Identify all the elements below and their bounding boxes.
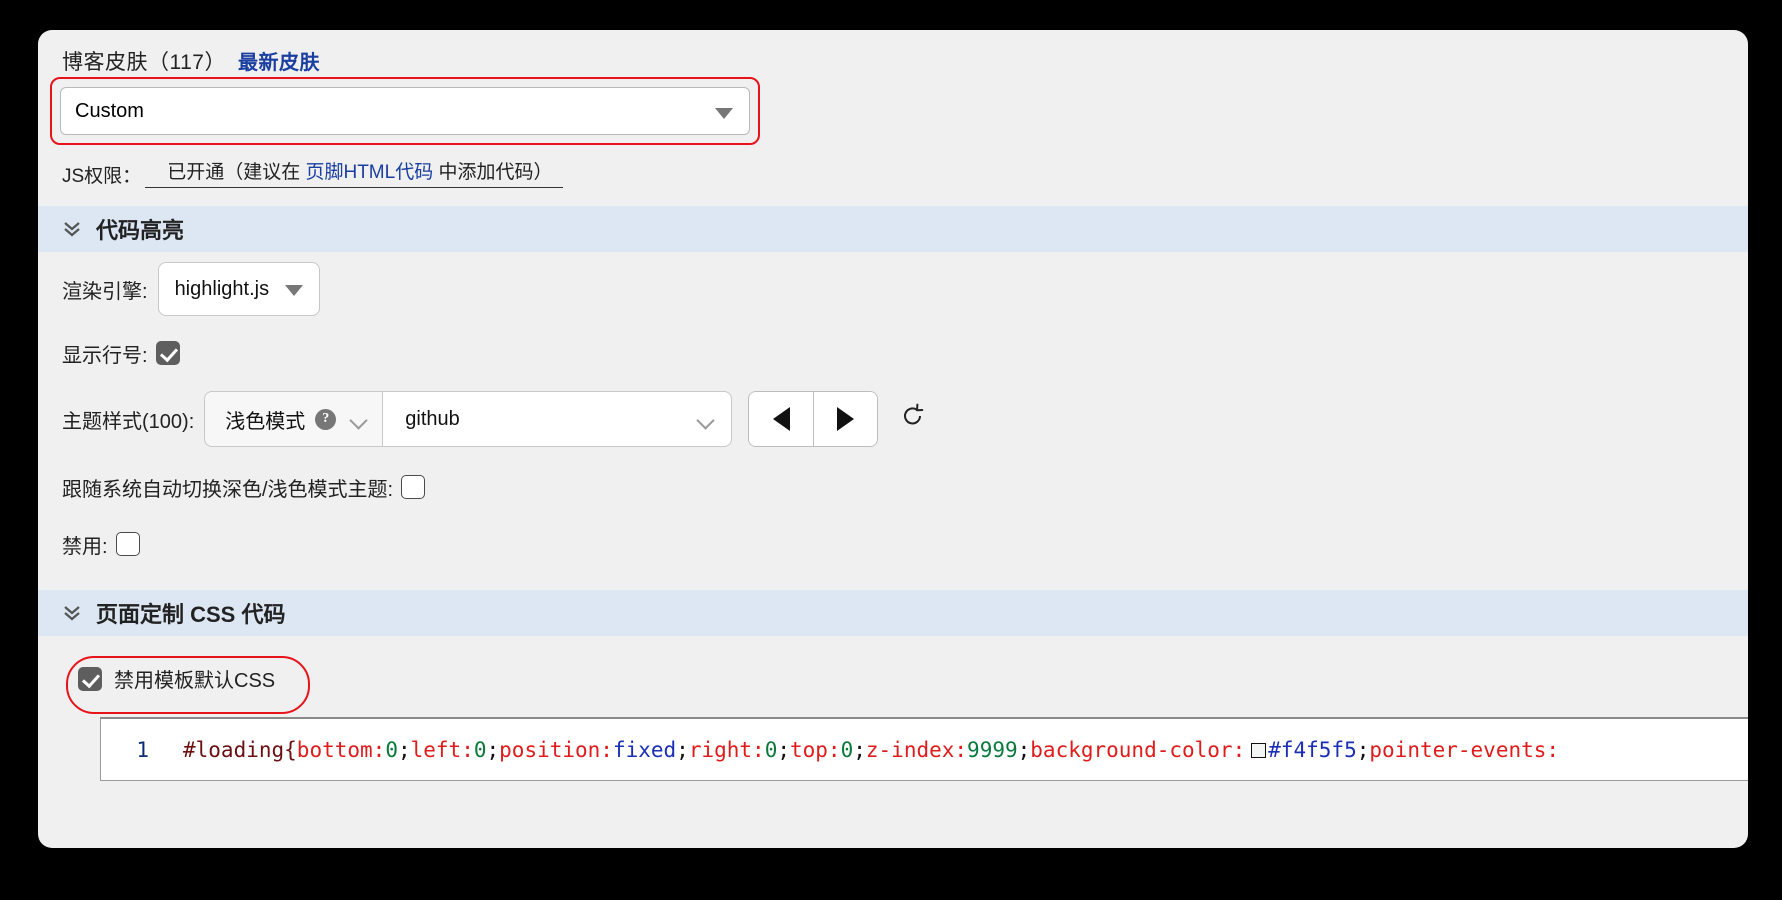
- theme-style-row: 主题样式(100): 浅色模式 ? github: [38, 380, 1748, 458]
- code-token: ;: [1356, 737, 1370, 762]
- render-engine-row: 渲染引擎: highlight.js: [38, 252, 1748, 326]
- code-token: ;: [777, 737, 790, 762]
- code-token: left:: [410, 737, 474, 762]
- theme-name-select[interactable]: github: [382, 391, 733, 447]
- js-permission-label: JS权限：: [62, 166, 142, 187]
- disable-row: 禁用:: [38, 516, 1748, 572]
- skin-select-value: Custom: [75, 99, 144, 122]
- code-token: top:: [790, 737, 841, 762]
- skin-select-container: Custom: [50, 77, 760, 145]
- double-chevron-down-icon: [62, 218, 82, 240]
- editor-code-line[interactable]: #loading{bottom:0;left:0;position:fixed;…: [153, 738, 1559, 762]
- line-number-row: 显示行号:: [38, 326, 1748, 380]
- code-token: right:: [688, 737, 765, 762]
- js-permission-value: 已开通（建议在 页脚HTML代码 中添加代码）: [145, 157, 563, 188]
- css-code-editor[interactable]: 1 #loading{bottom:0;left:0;position:fixe…: [100, 717, 1748, 781]
- code-token: background-color:: [1030, 737, 1246, 762]
- code-token: bottom:: [296, 737, 386, 762]
- code-token: z-index:: [865, 737, 968, 762]
- reset-icon: [904, 403, 924, 425]
- theme-nav-buttons: [748, 391, 879, 447]
- theme-mode-value: 浅色模式: [225, 410, 306, 433]
- render-engine-label: 渲染引擎:: [62, 280, 148, 303]
- code-token: ;: [397, 737, 411, 762]
- code-token: 0: [385, 737, 398, 762]
- code-token: position:: [499, 737, 613, 762]
- section-header-custom-css[interactable]: 页面定制 CSS 代码: [38, 590, 1748, 636]
- blog-skin-header: 博客皮肤（117） 最新皮肤: [38, 30, 1748, 76]
- js-permission-pre: 已开通（建议在: [167, 162, 301, 183]
- auto-switch-label: 跟随系统自动切换深色/浅色模式主题:: [62, 478, 394, 501]
- section-title-custom-css: 页面定制 CSS 代码: [96, 602, 286, 627]
- theme-style-label: 主题样式(100):: [62, 410, 195, 433]
- editor-line-number: 1: [136, 737, 149, 762]
- theme-name-value: github: [405, 407, 460, 430]
- code-token: 0: [473, 737, 487, 762]
- settings-page: 博客皮肤（117） 最新皮肤 Custom JS权限： 已开通（建议在 页脚HT…: [38, 30, 1748, 848]
- code-token: fixed: [612, 737, 677, 762]
- theme-next-button[interactable]: [813, 392, 878, 446]
- code-token: 0: [840, 737, 854, 762]
- disable-default-css-container: 禁用模板默认CSS: [66, 656, 310, 714]
- chevron-down-icon: [697, 414, 715, 425]
- js-permission-row: JS权限： 已开通（建议在 页脚HTML代码 中添加代码）: [62, 157, 1748, 188]
- disable-default-css-label: 禁用模板默认CSS: [114, 670, 276, 692]
- js-permission-post: 中添加代码）: [438, 162, 553, 183]
- disable-default-css-checkbox[interactable]: [78, 666, 102, 691]
- code-token: 9999: [967, 737, 1018, 762]
- arrow-right-icon: [837, 407, 855, 431]
- code-token: ;: [486, 737, 500, 762]
- code-token: pointer-events:: [1369, 737, 1560, 762]
- arrow-left-icon: [772, 407, 790, 431]
- theme-style-group: 浅色模式 ? github: [204, 391, 733, 447]
- line-number-checkbox[interactable]: [155, 341, 180, 365]
- line-number-label: 显示行号:: [62, 344, 148, 367]
- footer-html-code-link[interactable]: 页脚HTML代码: [305, 162, 433, 183]
- skin-select[interactable]: Custom: [60, 87, 750, 135]
- chevron-down-icon: [350, 414, 368, 425]
- section-title-code-highlight: 代码高亮: [96, 218, 185, 243]
- color-swatch-icon[interactable]: [1251, 742, 1267, 758]
- render-engine-select[interactable]: highlight.js: [157, 262, 321, 316]
- theme-mode-select[interactable]: 浅色模式 ?: [204, 391, 383, 447]
- theme-prev-button[interactable]: [749, 392, 814, 446]
- code-token: ;: [853, 737, 866, 762]
- chevron-down-icon: [285, 284, 304, 296]
- code-token: ;: [1017, 737, 1031, 762]
- render-engine-value: highlight.js: [174, 277, 270, 300]
- theme-reset-button[interactable]: [898, 401, 928, 437]
- blog-skin-title: 博客皮肤（117）: [62, 51, 226, 74]
- code-token: #loading{: [183, 737, 297, 762]
- disable-checkbox[interactable]: [115, 532, 140, 556]
- section-header-code-highlight[interactable]: 代码高亮: [38, 206, 1748, 252]
- auto-switch-row: 跟随系统自动切换深色/浅色模式主题:: [38, 458, 1748, 516]
- code-token: 0: [764, 737, 778, 762]
- auto-switch-checkbox[interactable]: [401, 475, 426, 499]
- code-token: #f4f5f5: [1268, 737, 1357, 762]
- double-chevron-down-icon: [62, 602, 82, 624]
- latest-skin-link[interactable]: 最新皮肤: [238, 46, 320, 75]
- chevron-down-icon: [715, 108, 733, 119]
- code-token: ;: [676, 737, 689, 762]
- help-icon[interactable]: ?: [315, 408, 337, 430]
- disable-label: 禁用:: [62, 535, 108, 558]
